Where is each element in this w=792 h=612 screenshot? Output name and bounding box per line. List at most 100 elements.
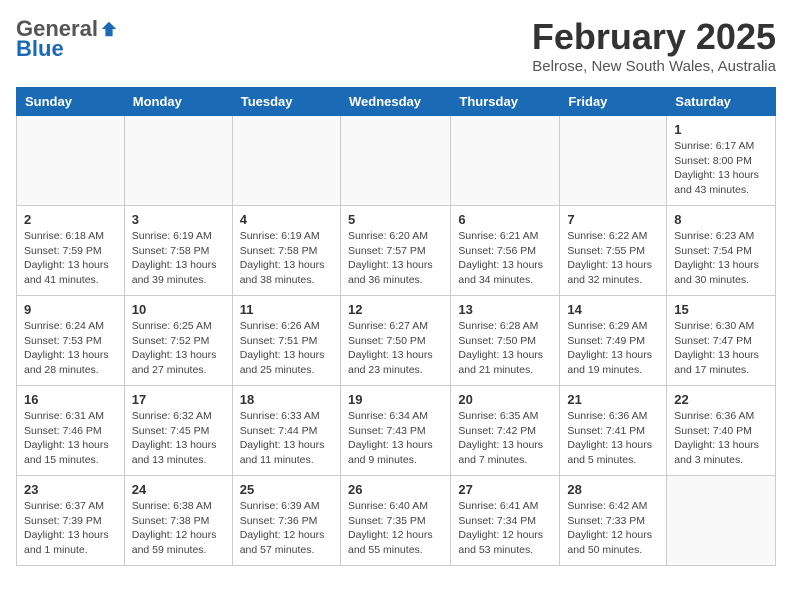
day-number: 19 (348, 392, 443, 407)
day-number: 13 (458, 302, 552, 317)
day-number: 2 (24, 212, 117, 227)
calendar-cell: 28 Sunrise: 6:42 AM Sunset: 7:33 PM Dayli… (560, 476, 667, 566)
calendar-cell (232, 116, 340, 206)
day-number: 8 (674, 212, 768, 227)
calendar-cell: 6 Sunrise: 6:21 AM Sunset: 7:56 PM Daylig… (451, 206, 560, 296)
day-info: Sunrise: 6:35 AM Sunset: 7:42 PM Dayligh… (458, 409, 552, 468)
day-number: 4 (240, 212, 333, 227)
logo-blue-text: Blue (16, 36, 64, 62)
day-number: 16 (24, 392, 117, 407)
calendar-cell (451, 116, 560, 206)
day-info: Sunrise: 6:34 AM Sunset: 7:43 PM Dayligh… (348, 409, 443, 468)
day-number: 9 (24, 302, 117, 317)
day-info: Sunrise: 6:33 AM Sunset: 7:44 PM Dayligh… (240, 409, 333, 468)
day-number: 7 (567, 212, 659, 227)
calendar-week-row: 2 Sunrise: 6:18 AM Sunset: 7:59 PM Daylig… (17, 206, 776, 296)
calendar-cell: 8 Sunrise: 6:23 AM Sunset: 7:54 PM Daylig… (667, 206, 776, 296)
calendar-table: SundayMondayTuesdayWednesdayThursdayFrid… (16, 87, 776, 566)
calendar-cell: 19 Sunrise: 6:34 AM Sunset: 7:43 PM Dayli… (340, 386, 450, 476)
calendar-cell: 26 Sunrise: 6:40 AM Sunset: 7:35 PM Dayli… (340, 476, 450, 566)
day-number: 14 (567, 302, 659, 317)
header-sunday: Sunday (17, 88, 125, 116)
calendar-cell: 5 Sunrise: 6:20 AM Sunset: 7:57 PM Daylig… (340, 206, 450, 296)
day-info: Sunrise: 6:19 AM Sunset: 7:58 PM Dayligh… (132, 229, 225, 288)
calendar-cell: 4 Sunrise: 6:19 AM Sunset: 7:58 PM Daylig… (232, 206, 340, 296)
day-info: Sunrise: 6:32 AM Sunset: 7:45 PM Dayligh… (132, 409, 225, 468)
day-number: 3 (132, 212, 225, 227)
day-info: Sunrise: 6:18 AM Sunset: 7:59 PM Dayligh… (24, 229, 117, 288)
calendar-cell (667, 476, 776, 566)
calendar-cell: 18 Sunrise: 6:33 AM Sunset: 7:44 PM Dayli… (232, 386, 340, 476)
calendar-cell: 13 Sunrise: 6:28 AM Sunset: 7:50 PM Dayli… (451, 296, 560, 386)
logo-icon (100, 20, 118, 38)
calendar-week-row: 1Sunrise: 6:17 AM Sunset: 8:00 PM Daylig… (17, 116, 776, 206)
day-info: Sunrise: 6:36 AM Sunset: 7:40 PM Dayligh… (674, 409, 768, 468)
page-header: General Blue February 2025 Belrose, New … (16, 16, 776, 75)
day-info: Sunrise: 6:29 AM Sunset: 7:49 PM Dayligh… (567, 319, 659, 378)
calendar-cell: 10Sunrise: 6:25 AM Sunset: 7:52 PM Dayli… (124, 296, 232, 386)
calendar-cell: 27 Sunrise: 6:41 AM Sunset: 7:34 PM Dayli… (451, 476, 560, 566)
calendar-cell: 3 Sunrise: 6:19 AM Sunset: 7:58 PM Daylig… (124, 206, 232, 296)
day-info: Sunrise: 6:27 AM Sunset: 7:50 PM Dayligh… (348, 319, 443, 378)
calendar-cell (124, 116, 232, 206)
calendar-cell: 1Sunrise: 6:17 AM Sunset: 8:00 PM Daylig… (667, 116, 776, 206)
day-info: Sunrise: 6:30 AM Sunset: 7:47 PM Dayligh… (674, 319, 768, 378)
day-info: Sunrise: 6:19 AM Sunset: 7:58 PM Dayligh… (240, 229, 333, 288)
day-number: 23 (24, 482, 117, 497)
day-number: 15 (674, 302, 768, 317)
calendar-week-row: 9Sunrise: 6:24 AM Sunset: 7:53 PM Daylig… (17, 296, 776, 386)
day-info: Sunrise: 6:41 AM Sunset: 7:34 PM Dayligh… (458, 499, 552, 558)
day-info: Sunrise: 6:20 AM Sunset: 7:57 PM Dayligh… (348, 229, 443, 288)
day-number: 11 (240, 302, 333, 317)
day-number: 21 (567, 392, 659, 407)
month-title: February 2025 (532, 16, 776, 58)
calendar-cell: 21 Sunrise: 6:36 AM Sunset: 7:41 PM Dayli… (560, 386, 667, 476)
day-info: Sunrise: 6:40 AM Sunset: 7:35 PM Dayligh… (348, 499, 443, 558)
calendar-cell: 22 Sunrise: 6:36 AM Sunset: 7:40 PM Dayli… (667, 386, 776, 476)
day-number: 5 (348, 212, 443, 227)
calendar-cell: 24Sunrise: 6:38 AM Sunset: 7:38 PM Dayli… (124, 476, 232, 566)
calendar-week-row: 23Sunrise: 6:37 AM Sunset: 7:39 PM Dayli… (17, 476, 776, 566)
day-number: 18 (240, 392, 333, 407)
calendar-cell: 16 Sunrise: 6:31 AM Sunset: 7:46 PM Dayli… (17, 386, 125, 476)
calendar-cell: 2 Sunrise: 6:18 AM Sunset: 7:59 PM Daylig… (17, 206, 125, 296)
logo: General Blue (16, 16, 118, 62)
header-monday: Monday (124, 88, 232, 116)
day-info: Sunrise: 6:42 AM Sunset: 7:33 PM Dayligh… (567, 499, 659, 558)
calendar-cell: 15 Sunrise: 6:30 AM Sunset: 7:47 PM Dayli… (667, 296, 776, 386)
day-number: 12 (348, 302, 443, 317)
day-number: 28 (567, 482, 659, 497)
calendar-cell (560, 116, 667, 206)
calendar-cell: 23Sunrise: 6:37 AM Sunset: 7:39 PM Dayli… (17, 476, 125, 566)
day-number: 17 (132, 392, 225, 407)
location-subtitle: Belrose, New South Wales, Australia (532, 58, 776, 75)
calendar-cell: 9Sunrise: 6:24 AM Sunset: 7:53 PM Daylig… (17, 296, 125, 386)
day-number: 6 (458, 212, 552, 227)
header-wednesday: Wednesday (340, 88, 450, 116)
day-info: Sunrise: 6:31 AM Sunset: 7:46 PM Dayligh… (24, 409, 117, 468)
day-info: Sunrise: 6:25 AM Sunset: 7:52 PM Dayligh… (132, 319, 225, 378)
header-friday: Friday (560, 88, 667, 116)
calendar-week-row: 16 Sunrise: 6:31 AM Sunset: 7:46 PM Dayli… (17, 386, 776, 476)
day-info: Sunrise: 6:17 AM Sunset: 8:00 PM Dayligh… (674, 139, 768, 198)
calendar-cell: 11Sunrise: 6:26 AM Sunset: 7:51 PM Dayli… (232, 296, 340, 386)
day-number: 26 (348, 482, 443, 497)
calendar-cell: 7Sunrise: 6:22 AM Sunset: 7:55 PM Daylig… (560, 206, 667, 296)
day-info: Sunrise: 6:36 AM Sunset: 7:41 PM Dayligh… (567, 409, 659, 468)
header-tuesday: Tuesday (232, 88, 340, 116)
title-section: February 2025 Belrose, New South Wales, … (532, 16, 776, 75)
day-number: 25 (240, 482, 333, 497)
calendar-cell: 12 Sunrise: 6:27 AM Sunset: 7:50 PM Dayli… (340, 296, 450, 386)
calendar-cell: 25 Sunrise: 6:39 AM Sunset: 7:36 PM Dayli… (232, 476, 340, 566)
day-info: Sunrise: 6:28 AM Sunset: 7:50 PM Dayligh… (458, 319, 552, 378)
day-info: Sunrise: 6:39 AM Sunset: 7:36 PM Dayligh… (240, 499, 333, 558)
day-info: Sunrise: 6:21 AM Sunset: 7:56 PM Dayligh… (458, 229, 552, 288)
day-info: Sunrise: 6:23 AM Sunset: 7:54 PM Dayligh… (674, 229, 768, 288)
calendar-cell: 17 Sunrise: 6:32 AM Sunset: 7:45 PM Dayli… (124, 386, 232, 476)
day-number: 27 (458, 482, 552, 497)
calendar-header-row: SundayMondayTuesdayWednesdayThursdayFrid… (17, 88, 776, 116)
day-number: 22 (674, 392, 768, 407)
calendar-cell: 20Sunrise: 6:35 AM Sunset: 7:42 PM Dayli… (451, 386, 560, 476)
header-thursday: Thursday (451, 88, 560, 116)
calendar-cell: 14 Sunrise: 6:29 AM Sunset: 7:49 PM Dayli… (560, 296, 667, 386)
